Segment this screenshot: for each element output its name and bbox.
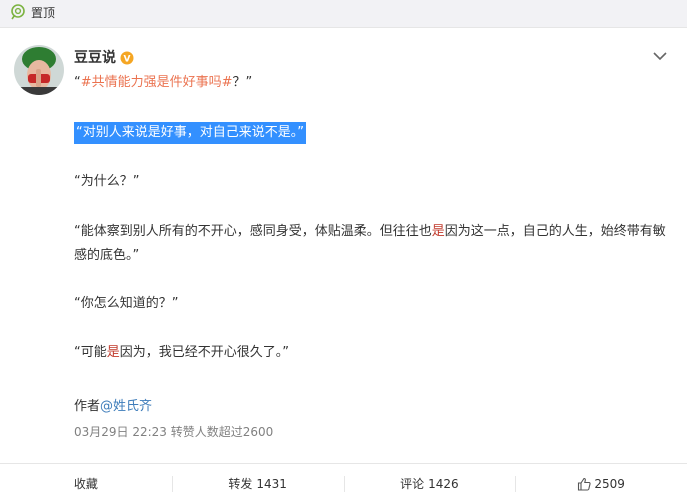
comment-button[interactable]: 评论 1426: [343, 464, 516, 502]
author-row: 豆豆说 V: [74, 47, 134, 67]
pinned-label: 置顶: [31, 5, 56, 20]
author-name[interactable]: 豆豆说: [74, 47, 116, 67]
weibo-post-card: 豆豆说 V “#共情能力强是件好事吗#？” “对别人来说是好事，对自己来说不是。…: [0, 27, 687, 502]
repost-button[interactable]: 转发 1431: [171, 464, 344, 502]
selected-text: “对别人来说是好事，对自己来说不是。”: [74, 122, 306, 144]
svg-text:V: V: [124, 55, 131, 65]
post-meta: 03月29日 22:23 转赞人数超过2600: [74, 425, 274, 439]
paragraph-4: “你怎么知道的？”: [74, 296, 179, 311]
paragraph-5: “可能是因为，我已经不开心很久了。”: [74, 345, 290, 360]
author-credit: 作者@姓氏齐: [74, 399, 153, 414]
pin-icon: [10, 4, 26, 20]
action-bar: 收藏 转发 1431 评论 1426 2509: [0, 463, 687, 502]
pinned-header: 置顶: [0, 0, 687, 24]
paragraph-2: “为什么？”: [74, 174, 140, 189]
like-count: 2509: [594, 476, 625, 491]
chevron-down-icon[interactable]: [651, 48, 669, 62]
avatar[interactable]: [14, 45, 64, 95]
topic-line: “#共情能力强是件好事吗#？”: [74, 75, 253, 90]
comment-count: 1426: [428, 476, 459, 491]
repost-count: 1431: [256, 476, 287, 491]
paragraph-3: “能体察到别人所有的不开心，感同身受，体贴温柔。但往往也是因为这一点，自己的人生…: [74, 224, 666, 263]
mention-link[interactable]: @姓氏齐: [100, 399, 152, 414]
verified-icon: V: [120, 50, 134, 65]
topic-link[interactable]: #共情能力强是件好事吗#: [81, 75, 233, 90]
like-button[interactable]: 2509: [515, 464, 687, 502]
thumbs-up-icon: [577, 477, 591, 491]
favorite-button[interactable]: 收藏: [0, 464, 172, 502]
